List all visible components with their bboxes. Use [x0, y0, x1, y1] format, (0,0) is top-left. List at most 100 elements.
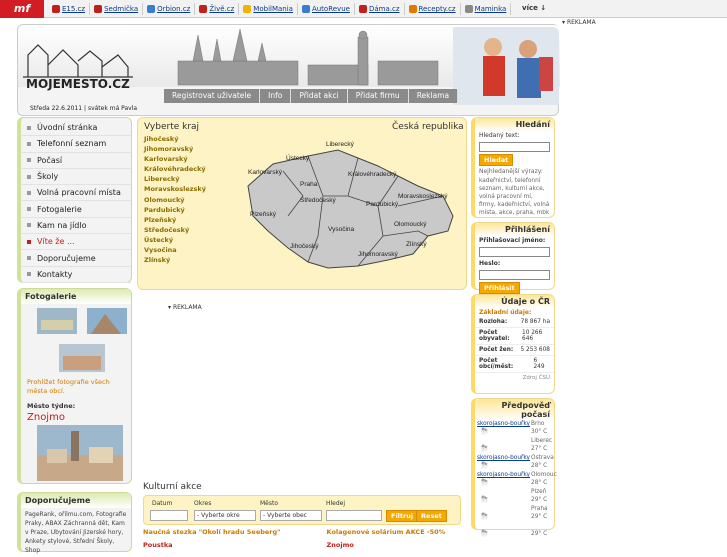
menu-item-6[interactable]: Kam na jídlo	[21, 218, 131, 235]
region-link-8[interactable]: Plzeňský	[144, 216, 206, 226]
nav-advertising[interactable]: Reklama	[408, 89, 459, 103]
more-link[interactable]: více ↓	[522, 4, 546, 12]
map-label-11[interactable]: Jihočeský	[290, 243, 319, 250]
region-link-10[interactable]: Ústecký	[144, 236, 206, 246]
portal-link-0[interactable]: E15.cz	[48, 3, 91, 15]
map-label-9[interactable]: Vysočina	[328, 226, 355, 233]
menu-item-0[interactable]: Úvodní stránka	[21, 120, 131, 137]
region-link-12[interactable]: Zlínský	[144, 256, 206, 266]
nav-register[interactable]: Registrovat uživatele	[164, 89, 261, 103]
czech-map[interactable]: Ústecký Liberecký Karlovarský Královéhradec…	[228, 136, 458, 286]
event-item[interactable]: Naučná stezka "Okolí hradu Seeberg" Poust…	[143, 528, 281, 549]
gallery-title: Fotogalerie	[21, 289, 131, 304]
region-map-box: Vyberte kraj Jihočeský Jihomoravský Karlov…	[137, 117, 467, 290]
weather-item: ⛈ 29° C	[475, 523, 554, 540]
weather-temp: 29° C	[531, 531, 548, 537]
portal-link-5[interactable]: AutoRevue	[298, 3, 355, 15]
weather-temp: 30° C	[531, 429, 548, 435]
menu-item-5[interactable]: Fotogalerie	[21, 201, 131, 218]
storm-icon: ⛈	[481, 495, 489, 505]
date-input[interactable]	[150, 510, 188, 521]
district-select[interactable]: - Vyberte okre	[194, 510, 256, 521]
map-label-10[interactable]: Olomoucký	[394, 221, 427, 228]
city-of-week-photo[interactable]	[37, 425, 123, 481]
region-link-3[interactable]: Královéhradecký	[144, 165, 206, 175]
events-search-input[interactable]	[326, 510, 382, 521]
menu-item-3[interactable]: Školy	[21, 169, 131, 186]
nav-add-company[interactable]: Přidat firmu	[347, 89, 409, 103]
portal-link-8[interactable]: Maminka	[461, 3, 512, 15]
portal-link-7[interactable]: Recepty.cz	[405, 3, 461, 15]
map-label-6[interactable]: Pardubický	[366, 201, 399, 208]
town-select[interactable]: - Vyberte obec	[260, 510, 322, 521]
region-link-0[interactable]: Jihočeský	[144, 135, 206, 145]
czech-data-source[interactable]: Zdroj ČSÚ	[475, 373, 554, 383]
map-label-3[interactable]: Královéhradecký	[348, 171, 397, 178]
site-icon	[301, 5, 310, 13]
map-label-1[interactable]: Liberecký	[326, 141, 355, 148]
thumb-2[interactable]	[87, 308, 127, 334]
menu-item-4[interactable]: Volná pracovní místa	[21, 185, 131, 202]
menu-item-2[interactable]: Počasí	[21, 153, 131, 169]
storm-icon: ⛈	[481, 512, 489, 522]
site-icon	[147, 5, 156, 13]
map-label-12[interactable]: Zlínský	[406, 241, 427, 248]
region-link-9[interactable]: Středočeský	[144, 226, 206, 236]
thumb-1[interactable]	[37, 308, 77, 334]
events-filter: Datum Okres Město Hledej - Vyberte okre …	[143, 495, 461, 525]
region-link-2[interactable]: Karlovarský	[144, 155, 206, 165]
menu-item-9[interactable]: Kontakty	[21, 267, 131, 283]
site-icon	[199, 5, 208, 13]
region-link-5[interactable]: Moravskoslezský	[144, 185, 206, 195]
portal-link-3[interactable]: Živě.cz	[195, 3, 240, 15]
map-label-0[interactable]: Ústecký	[286, 153, 310, 162]
city-of-week-name[interactable]: Znojmo	[21, 410, 131, 425]
czech-data-title: Údaje o ČR	[475, 295, 554, 308]
nav-info[interactable]: Info	[260, 89, 292, 103]
recommended-title: Doporučujeme	[21, 493, 131, 508]
site-icon	[52, 5, 60, 13]
site-logo[interactable]: MOJEMESTO.CZ	[26, 77, 130, 91]
popular-terms[interactable]: kadeřnictví, telefonní seznam, kulturní …	[475, 177, 554, 217]
menu-item-1[interactable]: Telefonní seznam	[21, 136, 131, 153]
login-button[interactable]: Přihlásit	[479, 282, 520, 294]
search-input[interactable]	[479, 142, 550, 152]
region-link-6[interactable]: Olomoucký	[144, 196, 206, 206]
czech-data-subtitle: Základní údaje:	[479, 309, 532, 316]
map-label-5[interactable]: Středočeský	[300, 197, 337, 204]
thumb-3[interactable]	[59, 344, 105, 372]
map-label-2[interactable]: Karlovarský	[248, 169, 283, 176]
filter-button[interactable]: Filtruj	[386, 510, 419, 522]
events-title: Kulturní akce	[143, 482, 202, 492]
region-link-4[interactable]: Liberecký	[144, 175, 206, 185]
menu-item-7[interactable]: Víte že ...	[21, 234, 131, 251]
mf-logo[interactable]: mf	[0, 0, 44, 18]
event-item[interactable]: Kolagenové solárium AKCE -50% Znojmo	[327, 528, 446, 549]
portal-link-6[interactable]: Dáma.cz	[355, 3, 405, 15]
menu-item-8[interactable]: Doporučujeme	[21, 250, 131, 267]
map-label-8[interactable]: Moravskoslezský	[398, 193, 448, 200]
map-label-13[interactable]: Jihomoravský	[358, 251, 398, 258]
region-link-7[interactable]: Pardubický	[144, 206, 206, 216]
portal-link-4[interactable]: MobilMania	[239, 3, 298, 15]
region-link-1[interactable]: Jihomoravský	[144, 145, 206, 155]
triangle-icon: ▾	[562, 19, 566, 26]
storm-icon: ⛈	[481, 461, 489, 471]
search-button[interactable]: Hledat	[479, 154, 514, 166]
reset-button[interactable]: Reset	[416, 510, 447, 522]
city-of-week-label: Město týdne:	[27, 402, 76, 410]
portal-link-1[interactable]: Sedmička	[90, 3, 144, 15]
map-label-4[interactable]: Praha	[300, 181, 318, 188]
search-title: Hledání	[475, 118, 554, 131]
password-input[interactable]	[479, 270, 550, 280]
bullet-icon	[27, 190, 31, 195]
recommended-links[interactable]: PageRank, ořilmu.com, Fotografie Praky, …	[21, 508, 131, 557]
username-input[interactable]	[479, 247, 550, 257]
region-link-11[interactable]: Vysočina	[144, 246, 206, 256]
portal-link-2[interactable]: Orbion.cz	[143, 3, 196, 15]
gallery-link[interactable]: Prohlížet fotografie všech města obcí.	[21, 378, 131, 396]
nav-add-event[interactable]: Přidat akci	[291, 89, 348, 103]
region-list: Vyberte kraj Jihočeský Jihomoravský Karlov…	[144, 122, 206, 266]
map-label-7[interactable]: Plzeňský	[250, 211, 277, 218]
header-nav: Registrovat uživatele Info Přidat akci P…	[164, 89, 459, 103]
